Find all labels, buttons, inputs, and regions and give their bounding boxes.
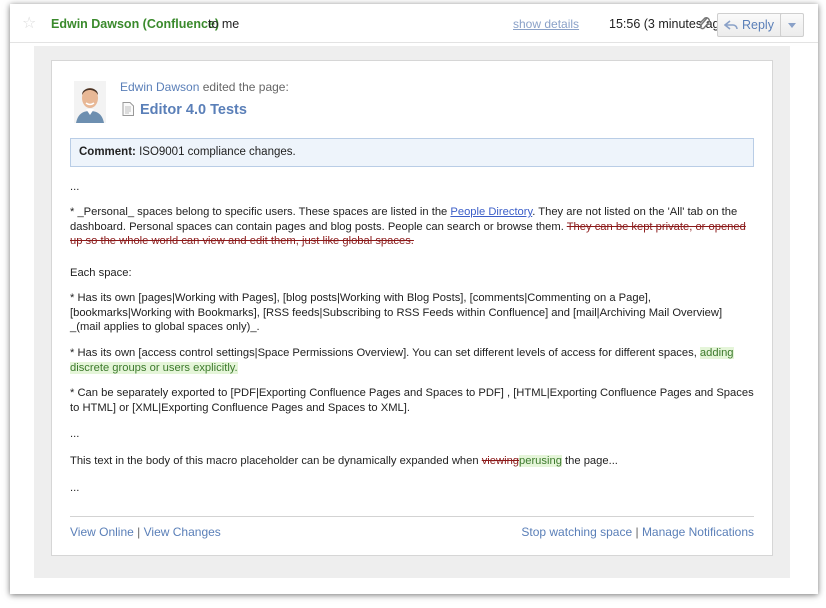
- recipient-label: to me: [208, 17, 240, 31]
- inserted-text: perusing: [519, 455, 562, 467]
- show-details-link[interactable]: show details: [513, 17, 579, 31]
- ellipsis-bottom: ...: [70, 482, 80, 494]
- paragraph-text: * Has its own [access control settings|S…: [70, 347, 697, 359]
- footer-left: View Online | View Changes: [70, 525, 221, 539]
- editor-line: Edwin Dawson edited the page:: [120, 80, 289, 94]
- document-icon: [122, 102, 134, 116]
- paragraph-personal-spaces: * _Personal_ spaces belong to specific u…: [70, 205, 754, 249]
- view-changes-link[interactable]: View Changes: [144, 525, 221, 539]
- reply-arrow-icon: [723, 18, 738, 32]
- avatar[interactable]: [74, 81, 106, 123]
- page-title-link[interactable]: Editor 4.0 Tests: [140, 102, 247, 118]
- notification-card: Edwin Dawson edited the page: Editor 4.0…: [51, 60, 773, 556]
- message-time: 15:56 (3 minutes ago): [609, 17, 731, 31]
- paperclip-icon: [696, 15, 712, 31]
- comment-box: Comment: ISO9001 compliance changes.: [70, 138, 754, 167]
- stop-watching-link[interactable]: Stop watching space: [521, 525, 632, 539]
- footer-right: Stop watching space | Manage Notificatio…: [521, 525, 754, 539]
- paragraph-access-control: * Has its own [access control settings|S…: [70, 346, 754, 375]
- editor-name-link[interactable]: Edwin Dawson: [120, 80, 199, 94]
- people-directory-link[interactable]: People Directory: [450, 206, 532, 218]
- comment-text: ISO9001 compliance changes.: [139, 146, 296, 158]
- comment-label: Comment:: [79, 146, 136, 158]
- email-message: ☆ Edwin Dawson (Confluence) to me show d…: [10, 4, 818, 594]
- paragraph-export: * Can be separately exported to [PDF|Exp…: [70, 387, 754, 414]
- star-icon[interactable]: ☆: [22, 15, 38, 31]
- message-header: ☆ Edwin Dawson (Confluence) to me show d…: [10, 4, 818, 43]
- paragraph-macro: This text in the body of this macro plac…: [70, 454, 754, 469]
- message-body: Edwin Dawson edited the page: Editor 4.0…: [34, 46, 790, 578]
- dropdown-arrow-icon: [788, 23, 796, 28]
- sender-name[interactable]: Edwin Dawson (Confluence): [51, 17, 219, 31]
- paragraph-text: the page...: [565, 455, 618, 467]
- ellipsis-top: ...: [70, 181, 80, 193]
- paragraph-text: * _Personal_ spaces belong to specific u…: [70, 206, 448, 218]
- footer-divider: [70, 516, 754, 517]
- footer-separator: |: [137, 525, 141, 539]
- paragraph-each-space: Each space:: [70, 267, 132, 279]
- ellipsis-middle: ...: [70, 428, 80, 440]
- paragraph-text: This text in the body of this macro plac…: [70, 455, 479, 467]
- manage-notifications-link[interactable]: Manage Notifications: [642, 525, 754, 539]
- paragraph-pages: * Has its own [pages|Working with Pages]…: [70, 292, 723, 333]
- footer-separator: |: [635, 525, 639, 539]
- reply-button[interactable]: Reply: [717, 13, 787, 37]
- reply-label: Reply: [742, 18, 774, 32]
- view-online-link[interactable]: View Online: [70, 525, 134, 539]
- edited-text: edited the page:: [202, 80, 289, 94]
- more-actions-button[interactable]: [780, 13, 804, 37]
- deleted-text: viewing: [481, 455, 520, 467]
